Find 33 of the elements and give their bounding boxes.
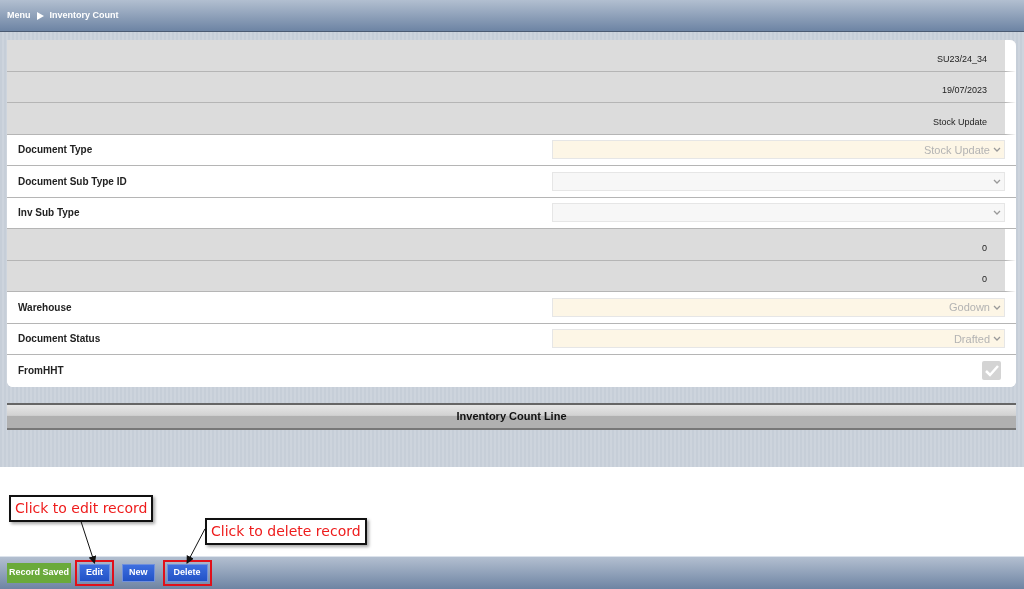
field-label: Document Type (18, 143, 94, 158)
dropdown[interactable]: Godown (552, 297, 1005, 317)
toolbar-button[interactable]: Edit (79, 564, 111, 582)
toolbar-button[interactable]: New (122, 564, 155, 582)
dropdown[interactable] (552, 203, 1005, 223)
caret-icon (993, 210, 1001, 216)
caret-icon (993, 336, 1001, 342)
field-label: Document Status (18, 332, 102, 347)
toolbar-button[interactable]: Delete (166, 564, 208, 582)
field-value: 0 (982, 241, 987, 255)
callout-text: Click to edit record (9, 495, 154, 522)
field-value: 0 (982, 273, 987, 286)
arrow (80, 521, 97, 564)
field-value: SU23/24_34 (936, 52, 987, 66)
caret-icon (993, 147, 1001, 153)
field-label: FromHHT (18, 364, 65, 379)
field-label: Warehouse (18, 300, 73, 315)
caret-icon (993, 178, 1001, 184)
arrow (186, 528, 206, 564)
dropdown[interactable]: Drafted (552, 329, 1005, 349)
status-label: Record Saved (7, 563, 72, 583)
caret-icon (993, 304, 1001, 310)
field-label: Document Sub Type ID (18, 174, 128, 189)
dropdown[interactable] (552, 171, 1005, 191)
field-value: Stock Update (932, 115, 987, 129)
callout-text: Click to delete record (205, 518, 367, 545)
triangle-icon (36, 11, 44, 20)
field-label: Inv Sub Type (18, 206, 81, 221)
menu-link[interactable]: Menu (7, 8, 31, 23)
dropdown[interactable]: Stock Update (552, 140, 1005, 160)
field-value: 19/07/2023 (941, 84, 987, 97)
section-header: Inventory Count Line (7, 402, 1016, 430)
page-title: Inventory Count (49, 8, 119, 22)
